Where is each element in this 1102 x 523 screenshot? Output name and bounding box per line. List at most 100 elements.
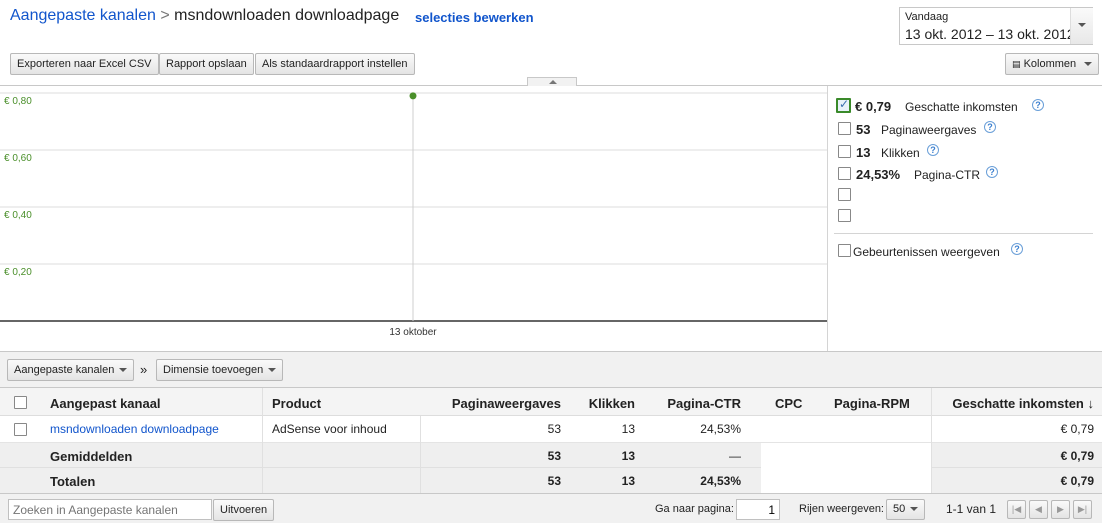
row-earnings: € 0,79 bbox=[1060, 422, 1094, 436]
rows-label: Rijen weergeven: bbox=[799, 503, 884, 515]
dimension-dropdown-label: Aangepaste kanalen bbox=[14, 364, 115, 376]
col-header-ctr[interactable]: Pagina-CTR bbox=[645, 396, 741, 411]
metric-checkbox[interactable] bbox=[836, 97, 851, 113]
average-pageviews: 53 bbox=[547, 449, 561, 463]
date-range-picker[interactable]: Vandaag 13 okt. 2012 – 13 okt. 2012 bbox=[899, 7, 1093, 45]
chevron-down-icon bbox=[268, 368, 277, 373]
y-tick-label: € 0,40 bbox=[4, 210, 32, 221]
events-label: Gebeurtenissen weergeven bbox=[853, 245, 1000, 259]
total-clicks: 13 bbox=[621, 474, 635, 488]
total-ctr: 24,53% bbox=[700, 474, 741, 488]
help-icon[interactable]: ? bbox=[1032, 99, 1044, 111]
dimension-separator: » bbox=[140, 362, 148, 377]
goto-page-input[interactable] bbox=[736, 499, 780, 520]
collapse-handle[interactable] bbox=[527, 77, 577, 86]
table-footer: Uitvoeren Ga naar pagina: Rijen weergeve… bbox=[0, 493, 1102, 523]
empty-cells bbox=[761, 443, 932, 493]
edit-selections-link[interactable]: selecties bewerken bbox=[415, 10, 534, 25]
date-range-dropdown[interactable] bbox=[1070, 8, 1093, 44]
metric-row[interactable]: € 0,79 Geschatte inkomsten ? bbox=[836, 96, 1096, 116]
chevron-down-icon bbox=[1078, 23, 1086, 27]
row-product: AdSense voor inhoud bbox=[272, 422, 387, 436]
last-page-icon[interactable]: ▶| bbox=[1073, 500, 1092, 519]
metric-checkbox[interactable] bbox=[838, 145, 851, 158]
search-input[interactable] bbox=[8, 499, 212, 520]
select-all-checkbox[interactable] bbox=[14, 396, 27, 409]
col-header-channel[interactable]: Aangepast kanaal bbox=[50, 396, 161, 411]
total-earnings: € 0,79 bbox=[1060, 474, 1094, 488]
metric-label: Pagina-CTR bbox=[914, 168, 981, 182]
metric-row[interactable]: 13 Klikken ? bbox=[836, 143, 1096, 163]
goto-page-label: Ga naar pagina: bbox=[655, 503, 734, 515]
metric-row[interactable]: 53 Paginaweergaves ? bbox=[836, 120, 1096, 140]
total-label: Totalen bbox=[50, 474, 96, 489]
prev-page-icon[interactable]: ◀ bbox=[1029, 500, 1048, 519]
total-pageviews: 53 bbox=[547, 474, 561, 488]
metric-value: 53 bbox=[856, 122, 871, 137]
metric-label: Klikken bbox=[881, 146, 920, 160]
metric-checkbox-empty[interactable] bbox=[838, 188, 851, 201]
col-header-cpc[interactable]: CPC bbox=[775, 396, 802, 411]
col-header-product[interactable]: Product bbox=[272, 396, 321, 411]
average-ctr: — bbox=[729, 449, 741, 463]
chart-divider bbox=[827, 86, 828, 352]
chevron-up-icon bbox=[549, 80, 557, 84]
metric-value: 24,53% bbox=[856, 167, 901, 182]
chevron-down-icon bbox=[910, 507, 919, 512]
events-checkbox[interactable] bbox=[838, 244, 851, 257]
x-tick-label: 13 oktober bbox=[389, 327, 437, 338]
breadcrumb-separator: > bbox=[160, 7, 170, 24]
dimension-bar: Aangepaste kanalen » Dimensie toevoegen bbox=[0, 351, 1102, 388]
run-search-button[interactable]: Uitvoeren bbox=[213, 499, 275, 521]
chevron-down-icon bbox=[119, 368, 128, 373]
line-chart: € 0,80 € 0,60 € 0,40 € 0,20 13 oktober bbox=[0, 92, 828, 338]
metric-row[interactable]: 24,53% Pagina-CTR ? bbox=[836, 165, 1096, 185]
divider bbox=[834, 233, 1093, 234]
columns-icon: ▤ bbox=[1012, 59, 1021, 69]
help-icon[interactable]: ? bbox=[1011, 243, 1023, 255]
metric-checkbox[interactable] bbox=[838, 167, 851, 180]
help-icon[interactable]: ? bbox=[986, 166, 998, 178]
breadcrumb: Aangepaste kanalen > msndownloaden downl… bbox=[10, 7, 399, 25]
rows-dropdown[interactable]: 50 bbox=[886, 499, 926, 520]
y-tick-label: € 0,80 bbox=[4, 96, 32, 107]
average-earnings: € 0,79 bbox=[1060, 449, 1094, 463]
column-divider bbox=[931, 388, 932, 493]
column-divider bbox=[262, 388, 263, 493]
row-pageviews: 53 bbox=[547, 422, 561, 436]
pagination-range: 1-1 van 1 bbox=[946, 502, 997, 516]
channel-link[interactable]: msndownloaden downloadpage bbox=[50, 422, 219, 436]
rows-dropdown-value: 50 bbox=[893, 503, 906, 515]
row-checkbox[interactable] bbox=[14, 423, 27, 436]
row-ctr: 24,53% bbox=[700, 422, 741, 436]
first-page-icon[interactable]: |◀ bbox=[1007, 500, 1026, 519]
row-clicks: 13 bbox=[621, 422, 635, 436]
columns-button[interactable]: ▤ Kolommen bbox=[1005, 53, 1100, 75]
export-csv-button[interactable]: Exporteren naar Excel CSV bbox=[10, 53, 159, 75]
col-header-rpm[interactable]: Pagina-RPM bbox=[834, 396, 910, 411]
average-label: Gemiddelden bbox=[50, 449, 133, 464]
help-icon[interactable]: ? bbox=[984, 121, 996, 133]
col-header-pageviews[interactable]: Paginaweergaves bbox=[430, 396, 561, 411]
average-clicks: 13 bbox=[621, 449, 635, 463]
add-dimension-dropdown[interactable]: Dimensie toevoegen bbox=[156, 359, 284, 381]
metric-label: Paginaweergaves bbox=[881, 123, 977, 137]
metric-checkbox[interactable] bbox=[838, 122, 851, 135]
breadcrumb-root-link[interactable]: Aangepaste kanalen bbox=[10, 7, 156, 24]
help-icon[interactable]: ? bbox=[927, 144, 939, 156]
metric-checkbox-empty[interactable] bbox=[838, 209, 851, 222]
metric-value: 13 bbox=[856, 145, 871, 160]
y-tick-label: € 0,60 bbox=[4, 153, 32, 164]
next-page-icon[interactable]: ▶ bbox=[1051, 500, 1070, 519]
y-tick-label: € 0,20 bbox=[4, 267, 32, 278]
column-divider bbox=[420, 416, 421, 493]
data-point[interactable] bbox=[409, 92, 417, 100]
dimension-dropdown[interactable]: Aangepaste kanalen bbox=[7, 359, 135, 381]
col-header-clicks[interactable]: Klikken bbox=[570, 396, 635, 411]
chevron-down-icon bbox=[1084, 62, 1093, 67]
set-default-report-button[interactable]: Als standaardrapport instellen bbox=[255, 53, 415, 75]
col-header-earnings[interactable]: Geschatte inkomsten ↓ bbox=[940, 396, 1094, 411]
save-report-button[interactable]: Rapport opslaan bbox=[159, 53, 254, 75]
events-toggle[interactable]: Gebeurtenissen weergeven ? bbox=[836, 242, 1096, 262]
page-title: msndownloaden downloadpage bbox=[174, 7, 400, 24]
